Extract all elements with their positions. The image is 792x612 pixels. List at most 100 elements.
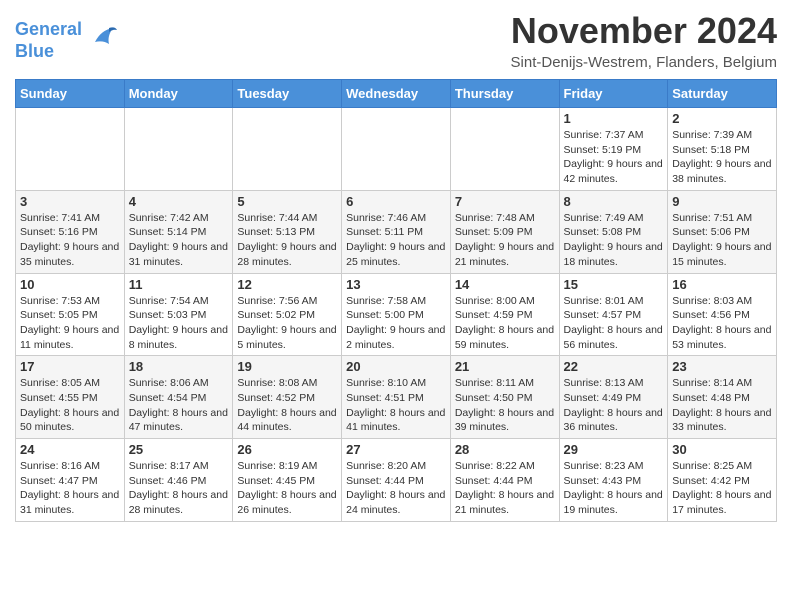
day-number: 28 (455, 442, 555, 457)
day-info: Sunrise: 8:20 AM Sunset: 4:44 PM Dayligh… (346, 459, 446, 518)
logo-blue: Blue (15, 41, 54, 61)
day-info: Sunrise: 7:39 AM Sunset: 5:18 PM Dayligh… (672, 128, 772, 187)
day-info: Sunrise: 7:56 AM Sunset: 5:02 PM Dayligh… (237, 294, 337, 353)
day-info: Sunrise: 7:37 AM Sunset: 5:19 PM Dayligh… (564, 128, 664, 187)
calendar-cell-w4-d4: 20 Sunrise: 8:10 AM Sunset: 4:51 PM Dayli… (342, 356, 451, 439)
calendar-week-2: 3Sunrise: 7:41 AM Sunset: 5:16 PM Daylig… (16, 190, 777, 273)
day-number: 29 (564, 442, 664, 457)
calendar-cell-w3-d7: 16 Sunrise: 8:03 AM Sunset: 4:56 PM Dayli… (668, 273, 777, 356)
day-number: 15 (564, 277, 664, 292)
day-info: Sunrise: 7:46 AM Sunset: 5:11 PM Dayligh… (346, 211, 446, 270)
day-number: 20 (346, 359, 446, 374)
calendar-cell-w4-d6: 22 Sunrise: 8:13 AM Sunset: 4:49 PM Dayli… (559, 356, 668, 439)
main-container: General Blue November 2024 Sint-Denijs-W… (0, 0, 792, 532)
day-info: Sunrise: 8:00 AM Sunset: 4:59 PM Dayligh… (455, 294, 555, 353)
day-number: 22 (564, 359, 664, 374)
calendar-cell-w5-d6: 29 Sunrise: 8:23 AM Sunset: 4:43 PM Dayli… (559, 439, 668, 522)
calendar-cell-w5-d1: 24 Sunrise: 8:16 AM Sunset: 4:47 PM Dayli… (16, 439, 125, 522)
day-info: Sunrise: 7:44 AM Sunset: 5:13 PM Dayligh… (237, 211, 337, 270)
logo-text: General Blue (15, 19, 119, 62)
calendar-cell-w4-d2: 18Sunrise: 8:06 AM Sunset: 4:54 PM Dayli… (124, 356, 233, 439)
day-number: 30 (672, 442, 772, 457)
day-info: Sunrise: 7:58 AM Sunset: 5:00 PM Dayligh… (346, 294, 446, 353)
col-sunday: Sunday (16, 80, 125, 108)
title-block: November 2024 Sint-Denijs-Westrem, Fland… (511, 10, 777, 71)
calendar-cell-w4-d1: 17Sunrise: 8:05 AM Sunset: 4:55 PM Dayli… (16, 356, 125, 439)
location: Sint-Denijs-Westrem, Flanders, Belgium (511, 54, 777, 71)
day-number: 11 (129, 277, 229, 292)
calendar-cell-w2-d4: 6 Sunrise: 7:46 AM Sunset: 5:11 PM Daylig… (342, 190, 451, 273)
day-info: Sunrise: 8:11 AM Sunset: 4:50 PM Dayligh… (455, 376, 555, 435)
calendar-table: Sunday Monday Tuesday Wednesday Thursday… (15, 79, 777, 522)
calendar-cell-w2-d1: 3Sunrise: 7:41 AM Sunset: 5:16 PM Daylig… (16, 190, 125, 273)
calendar-cell-w1-d2 (124, 108, 233, 191)
calendar-cell-w2-d3: 5 Sunrise: 7:44 AM Sunset: 5:13 PM Daylig… (233, 190, 342, 273)
calendar-cell-w2-d7: 9 Sunrise: 7:51 AM Sunset: 5:06 PM Daylig… (668, 190, 777, 273)
day-info: Sunrise: 8:10 AM Sunset: 4:51 PM Dayligh… (346, 376, 446, 435)
day-number: 25 (129, 442, 229, 457)
calendar-cell-w4-d7: 23Sunrise: 8:14 AM Sunset: 4:48 PM Dayli… (668, 356, 777, 439)
day-number: 19 (237, 359, 337, 374)
day-number: 10 (20, 277, 120, 292)
calendar-header-row: Sunday Monday Tuesday Wednesday Thursday… (16, 80, 777, 108)
day-number: 8 (564, 194, 664, 209)
col-thursday: Thursday (450, 80, 559, 108)
day-number: 23 (672, 359, 772, 374)
day-info: Sunrise: 7:42 AM Sunset: 5:14 PM Dayligh… (129, 211, 229, 270)
col-monday: Monday (124, 80, 233, 108)
day-info: Sunrise: 8:22 AM Sunset: 4:44 PM Dayligh… (455, 459, 555, 518)
day-info: Sunrise: 8:23 AM Sunset: 4:43 PM Dayligh… (564, 459, 664, 518)
day-number: 3 (20, 194, 120, 209)
day-info: Sunrise: 7:53 AM Sunset: 5:05 PM Dayligh… (20, 294, 120, 353)
day-info: Sunrise: 7:48 AM Sunset: 5:09 PM Dayligh… (455, 211, 555, 270)
col-saturday: Saturday (668, 80, 777, 108)
month-title: November 2024 (511, 10, 777, 52)
day-info: Sunrise: 8:19 AM Sunset: 4:45 PM Dayligh… (237, 459, 337, 518)
col-friday: Friday (559, 80, 668, 108)
day-number: 5 (237, 194, 337, 209)
day-number: 1 (564, 111, 664, 126)
day-info: Sunrise: 8:17 AM Sunset: 4:46 PM Dayligh… (129, 459, 229, 518)
day-number: 18 (129, 359, 229, 374)
day-info: Sunrise: 8:08 AM Sunset: 4:52 PM Dayligh… (237, 376, 337, 435)
calendar-week-4: 17Sunrise: 8:05 AM Sunset: 4:55 PM Dayli… (16, 356, 777, 439)
logo: General Blue (15, 19, 119, 62)
calendar-cell-w5-d7: 30 Sunrise: 8:25 AM Sunset: 4:42 PM Dayli… (668, 439, 777, 522)
col-tuesday: Tuesday (233, 80, 342, 108)
calendar-body: 1 Sunrise: 7:37 AM Sunset: 5:19 PM Daylig… (16, 108, 777, 522)
day-info: Sunrise: 8:25 AM Sunset: 4:42 PM Dayligh… (672, 459, 772, 518)
calendar-cell-w5-d2: 25 Sunrise: 8:17 AM Sunset: 4:46 PM Dayli… (124, 439, 233, 522)
logo-general: General (15, 19, 82, 39)
calendar-cell-w3-d6: 15Sunrise: 8:01 AM Sunset: 4:57 PM Dayli… (559, 273, 668, 356)
calendar-cell-w3-d2: 11Sunrise: 7:54 AM Sunset: 5:03 PM Dayli… (124, 273, 233, 356)
calendar-cell-w3-d5: 14 Sunrise: 8:00 AM Sunset: 4:59 PM Dayli… (450, 273, 559, 356)
calendar-cell-w2-d6: 8Sunrise: 7:49 AM Sunset: 5:08 PM Daylig… (559, 190, 668, 273)
day-info: Sunrise: 7:51 AM Sunset: 5:06 PM Dayligh… (672, 211, 772, 270)
day-number: 16 (672, 277, 772, 292)
calendar-cell-w2-d2: 4Sunrise: 7:42 AM Sunset: 5:14 PM Daylig… (124, 190, 233, 273)
day-number: 14 (455, 277, 555, 292)
day-number: 26 (237, 442, 337, 457)
day-number: 9 (672, 194, 772, 209)
day-info: Sunrise: 8:16 AM Sunset: 4:47 PM Dayligh… (20, 459, 120, 518)
calendar-cell-w1-d7: 2 Sunrise: 7:39 AM Sunset: 5:18 PM Daylig… (668, 108, 777, 191)
calendar-week-5: 24 Sunrise: 8:16 AM Sunset: 4:47 PM Dayli… (16, 439, 777, 522)
calendar-cell-w1-d4 (342, 108, 451, 191)
calendar-week-3: 10 Sunrise: 7:53 AM Sunset: 5:05 PM Dayli… (16, 273, 777, 356)
day-number: 13 (346, 277, 446, 292)
col-wednesday: Wednesday (342, 80, 451, 108)
calendar-cell-w5-d5: 28 Sunrise: 8:22 AM Sunset: 4:44 PM Dayli… (450, 439, 559, 522)
calendar-cell-w5-d3: 26 Sunrise: 8:19 AM Sunset: 4:45 PM Dayli… (233, 439, 342, 522)
calendar-cell-w2-d5: 7 Sunrise: 7:48 AM Sunset: 5:09 PM Daylig… (450, 190, 559, 273)
day-number: 24 (20, 442, 120, 457)
header: General Blue November 2024 Sint-Denijs-W… (15, 10, 777, 71)
day-info: Sunrise: 8:13 AM Sunset: 4:49 PM Dayligh… (564, 376, 664, 435)
day-number: 6 (346, 194, 446, 209)
day-info: Sunrise: 8:05 AM Sunset: 4:55 PM Dayligh… (20, 376, 120, 435)
calendar-cell-w1-d5 (450, 108, 559, 191)
day-number: 27 (346, 442, 446, 457)
day-number: 2 (672, 111, 772, 126)
day-info: Sunrise: 8:03 AM Sunset: 4:56 PM Dayligh… (672, 294, 772, 353)
day-number: 7 (455, 194, 555, 209)
calendar-cell-w4-d3: 19 Sunrise: 8:08 AM Sunset: 4:52 PM Dayli… (233, 356, 342, 439)
